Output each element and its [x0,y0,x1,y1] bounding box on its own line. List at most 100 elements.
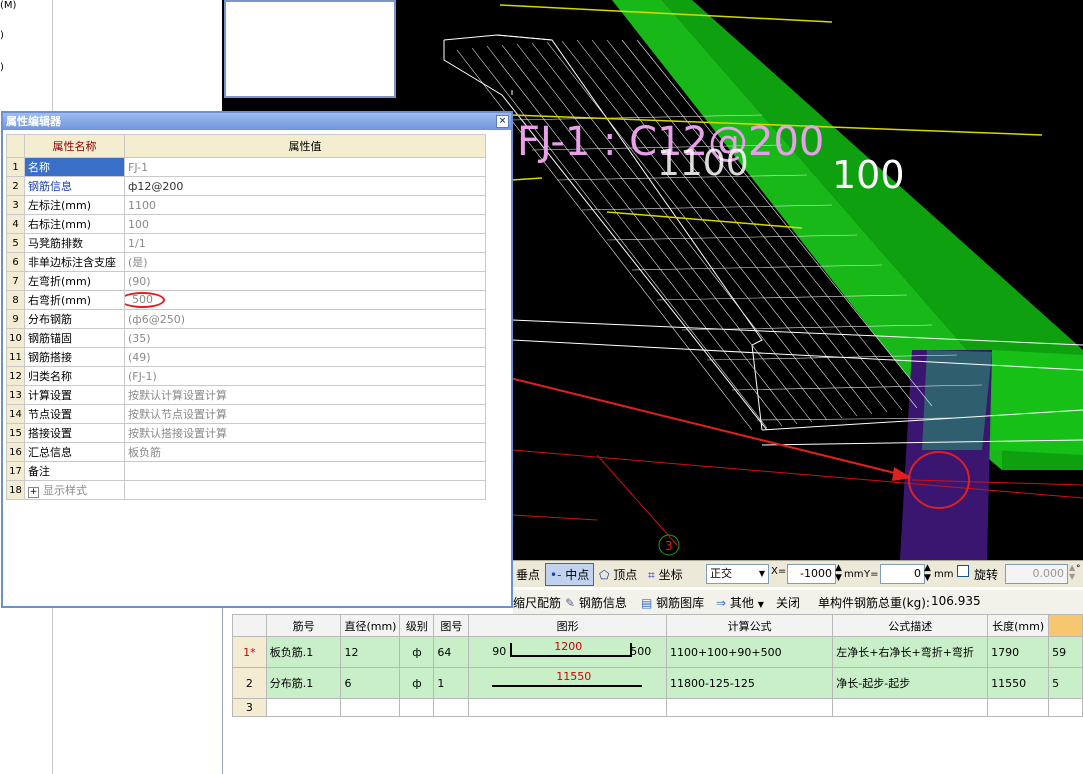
col-header[interactable]: 图形 [468,614,667,637]
property-value[interactable]: (是) [124,252,486,272]
property-name[interactable]: 钢筋信息 [24,176,125,196]
property-value[interactable] [124,461,486,481]
tree-fragment[interactable]: ) [0,30,4,41]
property-row[interactable]: 7 左弯折(mm) (90) [6,271,486,291]
property-value[interactable]: (FJ-1) [124,366,486,386]
expand-icon[interactable]: + [28,487,39,498]
property-row[interactable]: 15 搭接设置 按默认搭接设置计算 [6,423,486,443]
right-bend-value[interactable]: 500 [125,292,165,308]
col-header[interactable]: 长度(mm) [987,614,1050,637]
property-name[interactable]: 钢筋搭接 [24,347,125,367]
col-header[interactable]: 图号 [433,614,470,637]
property-value[interactable] [124,480,486,500]
property-value[interactable]: 按默认搭接设置计算 [124,423,486,443]
property-row[interactable]: 9 分布钢筋 (ф6@250) [6,309,486,329]
bar-grade[interactable]: ф [399,636,435,668]
bar-formula-desc[interactable]: 净长-起步-起步 [832,667,989,699]
bar-formula-desc[interactable]: 左净长+右净长+弯折+弯折 [832,636,989,668]
bar-formula-desc[interactable] [832,698,989,717]
property-editor-window[interactable]: 属性编辑器 × 属性名称 属性值 1 名称 FJ-1 2 钢筋信息 ф12@200 3左… [1,111,513,608]
bar-name[interactable]: 分布筋.1 [265,667,342,699]
bar-figure-no[interactable] [433,698,470,717]
property-name[interactable]: 右标注(mm) [24,214,125,234]
close-button[interactable]: 关闭 [776,594,800,611]
property-row[interactable]: 11 钢筋搭接 (49) [6,347,486,367]
rotate-spin-icon[interactable]: ▲ ▼ [1069,563,1075,581]
property-name[interactable]: 节点设置 [24,404,125,424]
row-number[interactable]: 2 [232,667,267,699]
col-header[interactable]: 公式描述 [832,614,989,637]
perpendicular-snap-button[interactable]: 垂点 [516,566,540,583]
property-row[interactable]: 1 名称 FJ-1 [6,157,486,177]
property-row[interactable]: 6 非单边标注含支座 (是) [6,252,486,272]
bar-name[interactable]: 板负筋.1 [265,636,342,668]
bar-extra[interactable]: 59 [1048,636,1083,668]
property-name[interactable]: 汇总信息 [24,442,125,462]
close-icon[interactable]: × [496,115,509,128]
tree-fragment[interactable]: (M) [0,0,16,11]
property-row[interactable]: 3 左标注(mm) 1100 [6,195,486,215]
bar-length[interactable] [987,698,1050,717]
bar-length[interactable]: 11550 [987,667,1050,699]
y-coordinate-input[interactable]: 0 [880,564,925,584]
property-value[interactable]: 1100 [124,195,486,215]
property-row[interactable]: 17 备注 [6,461,486,481]
bar-name[interactable] [265,698,342,717]
mode-select[interactable]: 正交 ▼ [706,564,769,584]
bar-formula[interactable]: 1100+100+90+500 [665,636,834,668]
property-row[interactable]: 5 马凳筋排数 1/1 [6,233,486,253]
rotate-input[interactable]: 0.000 [1005,564,1068,584]
property-value-highlighted[interactable]: 500 [124,290,486,310]
rebar-library-button[interactable]: ▤ 钢筋图库 [641,594,704,611]
property-name[interactable]: 钢筋锚固 [24,328,125,348]
property-value[interactable]: (35) [124,328,486,348]
table-row[interactable]: 2 分布筋.1 6 ф 1 11550 11800-125-125 净长-起步-… [232,667,1083,699]
property-row[interactable]: 16 汇总信息 板负筋 [6,442,486,462]
rotate-checkbox[interactable] [957,565,969,577]
midpoint-snap-button[interactable]: •- 中点 [545,563,595,586]
bar-length[interactable]: 1790 [987,636,1050,668]
property-value[interactable]: (49) [124,347,486,367]
rebar-info-button[interactable]: ✎ 钢筋信息 [565,594,627,611]
table-row[interactable]: 1* 板负筋.1 12 ф 64 90 1200 500 1100+100+90… [232,636,1083,668]
col-header[interactable]: 直径(mm) [340,614,401,637]
bar-figure-no[interactable]: 1 [433,667,470,699]
tree-fragment[interactable]: ) [0,62,4,73]
bar-formula[interactable]: 11800-125-125 [665,667,834,699]
bar-extra[interactable] [1048,698,1083,717]
property-value[interactable]: 板负筋 [124,442,486,462]
bar-grade[interactable]: ф [399,667,435,699]
property-row[interactable]: 12 归类名称 (FJ-1) [6,366,486,386]
bar-figure-no[interactable]: 64 [433,636,470,668]
property-name[interactable]: 分布钢筋 [24,309,125,329]
property-row[interactable]: 10 钢筋锚固 (35) [6,328,486,348]
col-header[interactable]: 计算公式 [665,614,834,637]
property-name[interactable]: 左标注(mm) [24,195,125,215]
property-value[interactable]: (ф6@250) [124,309,486,329]
property-value[interactable]: 按默认节点设置计算 [124,404,486,424]
row-number[interactable]: 3 [232,698,267,717]
bar-shape[interactable]: 11550 [468,667,667,699]
property-editor-titlebar[interactable]: 属性编辑器 × [3,113,511,130]
bar-shape[interactable] [468,698,667,717]
property-value[interactable]: 100 [124,214,486,234]
table-row[interactable]: 3 [232,698,1083,717]
spin-icon[interactable]: ▲ ▼ [924,563,931,583]
bar-extra[interactable]: 5 [1048,667,1083,699]
property-row[interactable]: 2 钢筋信息 ф12@200 [6,176,486,196]
col-header[interactable]: 级别 [399,614,435,637]
property-value[interactable]: (90) [124,271,486,291]
property-name[interactable]: 名称 [24,157,125,177]
property-value[interactable]: FJ-1 [124,157,486,177]
property-row[interactable]: 8 右弯折(mm) 500 [6,290,486,310]
property-name[interactable]: 计算设置 [24,385,125,405]
bar-shape[interactable]: 90 1200 500 [468,636,667,668]
property-row[interactable]: 4 右标注(mm) 100 [6,214,486,234]
property-name[interactable]: 归类名称 [24,366,125,386]
property-name[interactable]: 马凳筋排数 [24,233,125,253]
property-row[interactable]: 13 计算设置 按默认计算设置计算 [6,385,486,405]
property-value[interactable]: ф12@200 [124,176,486,196]
col-header[interactable] [1048,614,1083,637]
x-coordinate-input[interactable]: -1000 [787,564,836,584]
property-row[interactable]: 18 + 显示样式 [6,480,486,500]
